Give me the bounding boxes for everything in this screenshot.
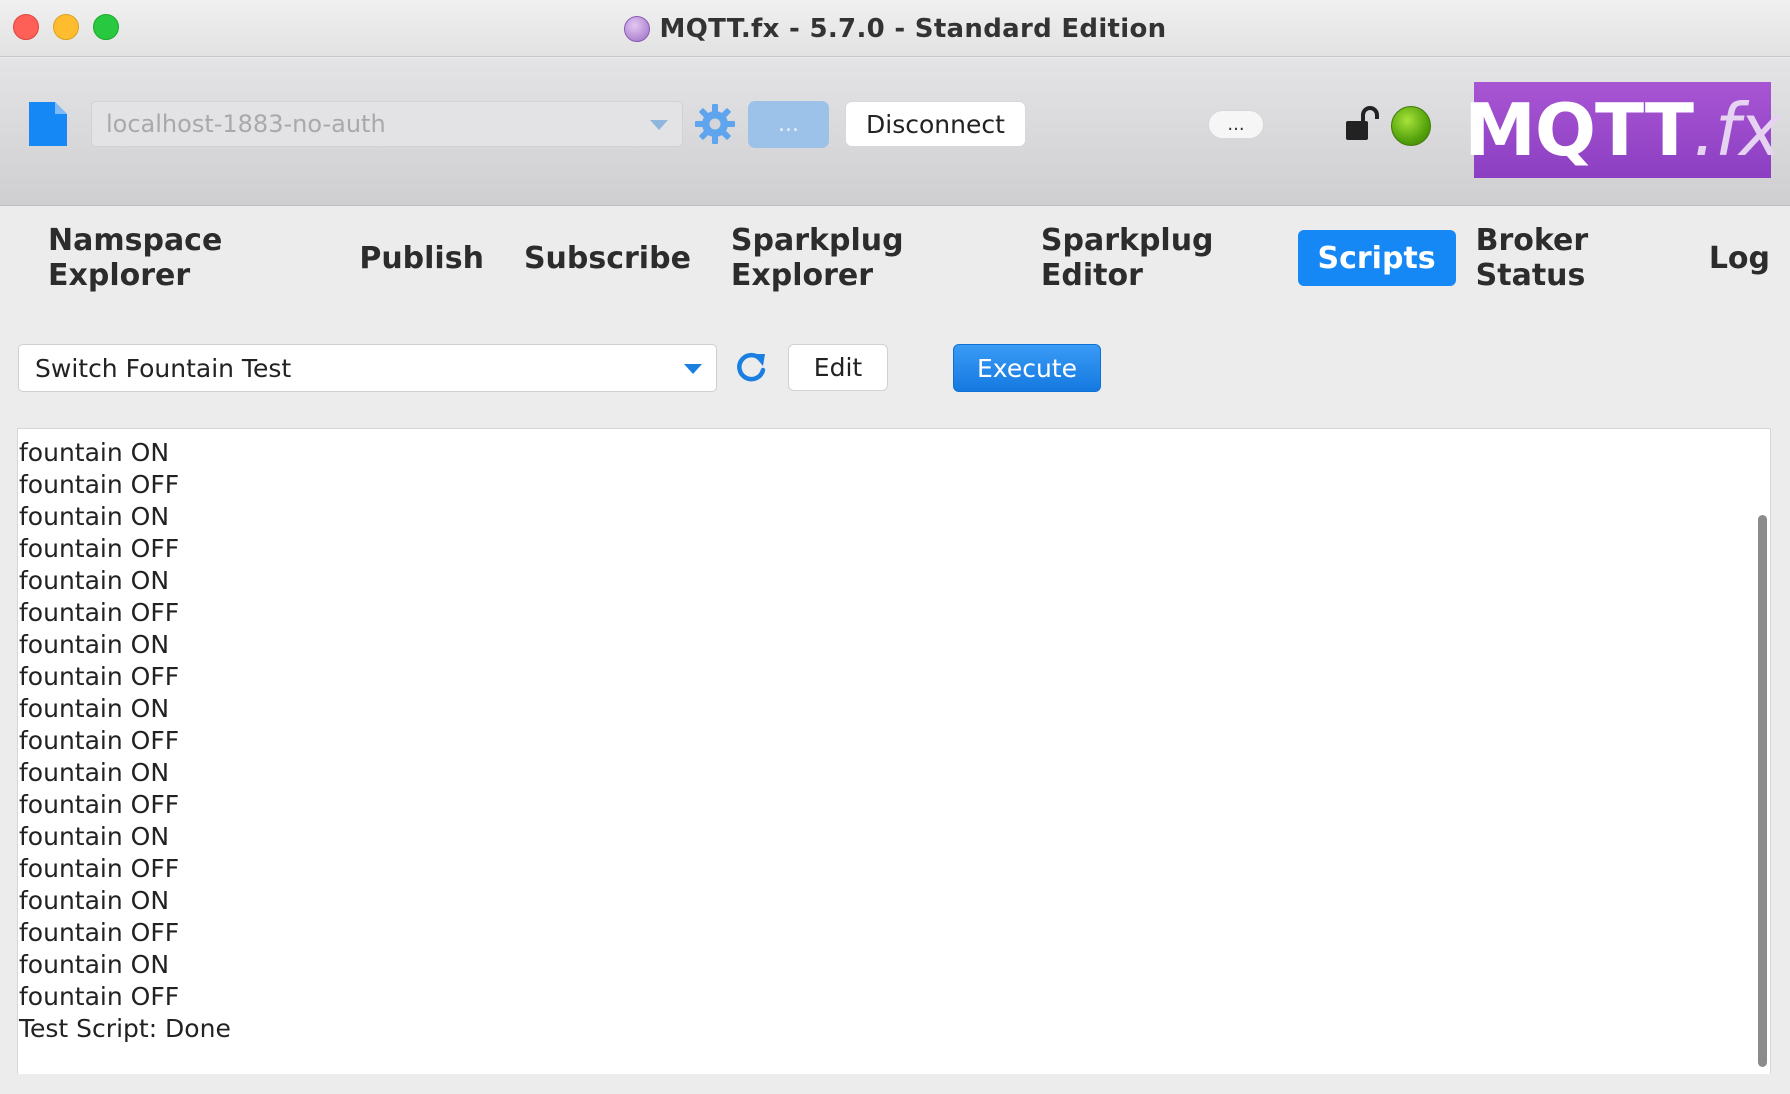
tab-publish[interactable]: Publish [339,230,504,286]
script-output-area[interactable]: fountain ON fountain OFF fountain ON founta… [17,428,1771,1074]
mqttfx-logo: MQTT. fx [1464,82,1782,178]
file-icon[interactable] [27,100,69,148]
execute-script-button[interactable]: Execute [953,344,1101,392]
chevron-down-icon [684,364,702,374]
main-tabs: Namspace Explorer Publish Subscribe Spar… [28,223,1790,293]
output-line: fountain ON [19,502,170,531]
output-line: fountain ON [19,758,170,787]
output-line: fountain OFF [19,790,180,819]
logo-text-main: MQTT [1464,88,1694,172]
output-line: fountain OFF [19,854,180,883]
window-title: MQTT.fx - 5.7.0 - Standard Edition [659,13,1167,44]
output-line: fountain ON [19,694,170,723]
output-line: fountain ON [19,822,170,851]
tab-log[interactable]: Log [1689,230,1790,286]
logo-text-fx: fx [1714,88,1782,172]
output-line: fountain ON [19,566,170,595]
output-line: fountain OFF [19,982,180,1011]
script-select-value: Switch Fountain Test [35,353,292,383]
edit-script-button[interactable]: Edit [788,344,888,391]
tab-sparkplug-editor[interactable]: Sparkplug Editor [1021,223,1298,293]
output-line: fountain ON [19,950,170,979]
output-line: fountain OFF [19,726,180,755]
connection-status-indicator [1391,106,1431,146]
tab-sparkplug-explorer[interactable]: Sparkplug Explorer [711,223,1021,293]
output-line: fountain OFF [19,918,180,947]
window-title-wrap: MQTT.fx - 5.7.0 - Standard Edition [0,0,1790,57]
logo-text-dot: . [1692,88,1716,172]
output-line: fountain OFF [19,598,180,627]
gear-icon[interactable] [693,102,737,146]
connection-options-button[interactable]: ... [748,101,829,148]
output-line: fountain ON [19,886,170,915]
output-line: fountain ON [19,438,170,467]
output-line: fountain OFF [19,534,180,563]
script-select[interactable]: Switch Fountain Test [18,344,717,392]
output-line: fountain ON [19,630,170,659]
more-options-button[interactable]: ... [1208,110,1264,139]
app-icon [623,15,650,42]
connection-toolbar: localhost-1883-no-auth ... Disconnect ..… [0,58,1790,206]
tab-subscribe[interactable]: Subscribe [504,230,711,286]
connection-profile-select[interactable]: localhost-1883-no-auth [91,101,683,147]
refresh-icon[interactable] [735,350,767,384]
output-line: Test Script: Done [19,1014,231,1043]
title-bar: MQTT.fx - 5.7.0 - Standard Edition [0,0,1790,57]
output-lines: fountain ON fountain OFF fountain ON founta… [18,429,1770,1045]
unlocked-padlock-icon [1346,106,1379,140]
output-line: fountain OFF [19,470,180,499]
output-scrollbar-thumb[interactable] [1758,515,1767,1067]
tab-scripts[interactable]: Scripts [1297,230,1456,286]
disconnect-button[interactable]: Disconnect [845,101,1026,147]
tab-broker-status[interactable]: Broker Status [1456,223,1689,293]
connection-profile-value: localhost-1883-no-auth [106,110,386,138]
tab-namespace-explorer[interactable]: Namspace Explorer [28,223,339,293]
output-line: fountain OFF [19,662,180,691]
chevron-down-icon [650,120,668,130]
